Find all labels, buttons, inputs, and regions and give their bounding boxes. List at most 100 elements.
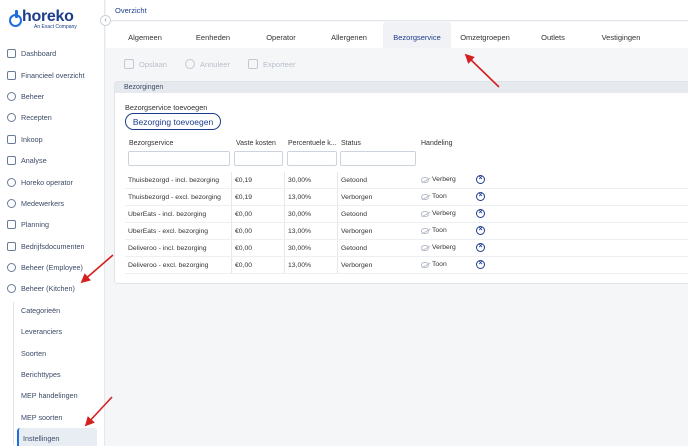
cell-status: Getoond	[337, 206, 367, 222]
eye-off-icon	[421, 227, 429, 234]
tab-operator[interactable]: Operator	[247, 22, 315, 48]
subitem-mep-handelingen[interactable]: MEP handelingen	[0, 385, 104, 406]
cell-pct: 13,00%	[284, 257, 311, 273]
logo[interactable]: horeko An Exact Company	[0, 0, 104, 36]
table-row[interactable]: Deliveroo - excl. bezorging €0,00 13,00%…	[125, 257, 688, 274]
sidebar-item-planning[interactable]: Planning	[0, 214, 104, 235]
toggle-visibility-button[interactable]: Toon	[421, 193, 447, 200]
cell-pct: 30,00%	[284, 172, 311, 188]
cell-status: Getoond	[337, 172, 367, 188]
filter-percentuele-input[interactable]	[287, 151, 337, 166]
sidebar-item-beheer-kitchen[interactable]: Beheer (Kitchen)	[0, 278, 104, 299]
bezorgingen-panel: Bezorgingen Bezorgservice toevoegen Bezo…	[114, 81, 688, 284]
delete-icon[interactable]: ×	[476, 175, 485, 184]
filter-status-input[interactable]	[340, 151, 416, 166]
table-row[interactable]: Deliveroo - incl. bezorging €0,00 30,00%…	[125, 240, 688, 257]
table-row[interactable]: UberEats - incl. bezorging €0,00 30,00% …	[125, 206, 688, 223]
cell-status: Verborgen	[337, 257, 372, 273]
analytics-icon	[7, 156, 16, 166]
col-header-vaste-kosten[interactable]: Vaste kosten	[236, 140, 276, 147]
cancel-icon	[184, 59, 195, 69]
export-label: Exporteer	[262, 59, 296, 69]
subitem-soorten[interactable]: Soorten	[0, 342, 104, 363]
eye-off-icon	[421, 261, 429, 268]
sidebar-item-bedrijfsdocumenten[interactable]: Bedrijfsdocumenten	[0, 236, 104, 257]
delete-icon[interactable]: ×	[476, 226, 485, 235]
tab-eenheden[interactable]: Eenheden	[179, 22, 247, 48]
delete-icon[interactable]: ×	[476, 260, 485, 269]
kitchen-submenu: Categorieën Leveranciers Soorten Bericht…	[0, 300, 104, 446]
col-header-bezorgservice[interactable]: Bezorgservice	[129, 140, 173, 147]
sidebar-item-financieel-overzicht[interactable]: Financieel overzicht	[0, 64, 104, 85]
cell-cost: €0,00	[231, 206, 252, 222]
cell-pct: 30,00%	[284, 240, 311, 256]
add-delivery-button[interactable]: Bezorging toevoegen	[125, 113, 221, 130]
cell-name: Thuisbezorgd - incl. bezorging	[128, 177, 220, 184]
delete-icon[interactable]: ×	[476, 209, 485, 218]
cancel-button[interactable]: Annuleer	[184, 59, 230, 69]
cell-name: UberEats - excl. bezorging	[128, 228, 209, 235]
table-row[interactable]: Thuisbezorgd - excl. bezorging €0,19 13,…	[125, 189, 688, 206]
sidebar-item-label: Dashboard	[21, 49, 57, 59]
subitem-instellingen[interactable]: Instellingen	[17, 428, 97, 446]
sidebar-item-label: Planning	[21, 220, 49, 230]
toggle-label: Toon	[432, 193, 447, 200]
breadcrumb: Overzicht	[106, 0, 688, 21]
cell-status: Getoond	[337, 240, 367, 256]
toggle-label: Verberg	[432, 210, 456, 217]
cell-cost: €0,00	[231, 257, 252, 273]
sidebar-item-label: Beheer (Kitchen)	[21, 284, 75, 294]
grid-icon	[7, 49, 16, 59]
subitem-mep-soorten[interactable]: MEP soorten	[0, 407, 104, 428]
sidebar-item-label: Beheer	[21, 91, 45, 101]
save-button[interactable]: Opslaan	[124, 59, 167, 69]
tab-allergenen[interactable]: Allergenen	[315, 22, 383, 48]
toggle-visibility-button[interactable]: Verberg	[421, 210, 456, 217]
delete-icon[interactable]: ×	[476, 243, 485, 252]
sidebar-item-medewerkers[interactable]: Medewerkers	[0, 193, 104, 214]
sidebar-item-horeko-operator[interactable]: Horeko operator	[0, 171, 104, 192]
col-header-status[interactable]: Status	[341, 140, 361, 147]
col-header-handeling: Handeling	[421, 140, 453, 147]
sidebar-item-dashboard[interactable]: Dashboard	[0, 43, 104, 64]
filter-bezorgservice-input[interactable]	[128, 151, 230, 166]
cell-name: UberEats - incl. bezorging	[128, 211, 207, 218]
delete-icon[interactable]: ×	[476, 192, 485, 201]
cell-name: Thuisbezorgd - excl. bezorging	[128, 194, 221, 201]
tab-algemeen[interactable]: Algemeen	[111, 22, 179, 48]
sidebar-item-recepten[interactable]: Recepten	[0, 107, 104, 128]
table-row[interactable]: Thuisbezorgd - incl. bezorging €0,19 30,…	[125, 172, 688, 189]
cell-pct: 30,00%	[284, 206, 311, 222]
table-row[interactable]: UberEats - excl. bezorging €0,00 13,00% …	[125, 223, 688, 240]
cell-cost: €0,19	[231, 189, 252, 205]
sidebar-item-inkoop[interactable]: Inkoop	[0, 129, 104, 150]
people-icon	[7, 198, 16, 208]
tab-vestigingen[interactable]: Vestigingen	[587, 22, 655, 48]
sidebar-item-beheer[interactable]: Beheer	[0, 86, 104, 107]
cell-cost: €0,00	[231, 240, 252, 256]
toggle-visibility-button[interactable]: Toon	[421, 261, 447, 268]
export-button[interactable]: Exporteer	[247, 59, 296, 69]
subitem-leveranciers[interactable]: Leveranciers	[0, 321, 104, 342]
toggle-visibility-button[interactable]: Toon	[421, 227, 447, 234]
sidebar-item-analyse[interactable]: Analyse	[0, 150, 104, 171]
subitem-berichttypes[interactable]: Berichttypes	[0, 364, 104, 385]
toggle-visibility-button[interactable]: Verberg	[421, 176, 456, 183]
col-header-percentuele-kosten[interactable]: Percentuele k...	[288, 140, 337, 147]
toggle-label: Verberg	[432, 244, 456, 251]
add-delivery-label: Bezorgservice toevoegen	[125, 103, 208, 112]
subitem-categorieen[interactable]: Categorieën	[0, 300, 104, 321]
eye-off-icon	[421, 176, 429, 183]
breadcrumb-overzicht[interactable]: Overzicht	[115, 6, 147, 15]
sidebar-item-label: Beheer (Employee)	[21, 263, 83, 273]
tab-outlets[interactable]: Outlets	[519, 22, 587, 48]
tab-omzetgroepen[interactable]: Omzetgroepen	[451, 22, 519, 48]
sidebar-nav: Dashboard Financieel overzicht Beheer Re…	[0, 43, 104, 446]
filter-vaste-kosten-input[interactable]	[234, 151, 283, 166]
sidebar-item-beheer-employee[interactable]: Beheer (Employee)	[0, 257, 104, 278]
tab-bezorgservice[interactable]: Bezorgservice	[383, 22, 451, 48]
toggle-visibility-button[interactable]: Verberg	[421, 244, 456, 251]
sidebar-item-label: Horeko operator	[21, 177, 73, 187]
cell-cost: €0,19	[231, 172, 252, 188]
collapse-sidebar-button[interactable]: ‹	[100, 15, 111, 26]
